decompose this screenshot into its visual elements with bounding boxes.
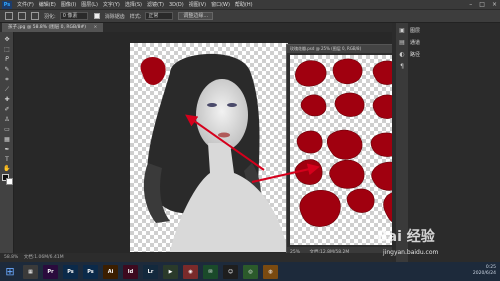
layers-panel-label[interactable]: 图层 (410, 27, 420, 34)
system-tray: 0:25 2020/6/24 (473, 265, 496, 277)
refine-edge-button[interactable]: 调整边缘... (178, 12, 214, 20)
document-info: 文档:1.06M/6.41M (23, 255, 64, 260)
wechat-icon[interactable]: ✉ (203, 264, 218, 279)
options-bar: 羽化: 0 像素 消除锯齿 样式: 正常 调整边缘... (0, 9, 500, 23)
brush-tool-icon[interactable]: ✐ (3, 106, 11, 113)
style-select[interactable]: 正常 (145, 12, 174, 20)
menu-bar: Ps 文件(F) 编辑(E) 图像(I) 图层(L) 文字(Y) 选择(S) 滤… (0, 0, 500, 9)
adjustments-panel-icon[interactable]: ◐ (398, 51, 406, 59)
menu-select[interactable]: 选择(S) (125, 1, 142, 8)
taskbar-app-photoshop-2[interactable]: Ps (83, 264, 98, 279)
clock-date[interactable]: 2020/6/24 (473, 271, 496, 277)
windows-taskbar: ⊞ ▦ Pr Ps Ps Ai Id Lr ▶ ◉ ✉ ☺ ◎ ◍ 0:25 2… (0, 262, 500, 281)
media-app-icon[interactable]: ▶ (163, 264, 178, 279)
quick-select-icon[interactable]: ✎ (3, 66, 11, 73)
document-tabs: 孩子.jpg @ 58.8% (图层 0, RGB/8#) × (0, 23, 392, 32)
pen-tool-icon[interactable]: ✒ (3, 146, 11, 153)
paths-panel-label[interactable]: 路径 (410, 51, 420, 58)
document-tab[interactable]: 孩子.jpg @ 58.8% (图层 0, RGB/8#) × (2, 23, 104, 32)
start-button-icon[interactable]: ⊞ (2, 264, 18, 280)
tools-panel: ✥ ⬚ ᑭ ✎ ⌗ ⟋ ✚ ✐ ♙ ▭ ▦ ✒ T ✋ (0, 32, 14, 262)
marquee-tool-icon[interactable]: ⬚ (3, 46, 11, 53)
taskbar-app-premiere[interactable]: Pr (43, 264, 58, 279)
watermark-url: jingyan.baidu.com (383, 249, 439, 256)
status-bar: 58.8% 文档:1.06M/6.41M (0, 253, 392, 262)
eyedropper-icon[interactable]: ⟋ (3, 86, 11, 93)
menu-help[interactable]: 帮助(H) (235, 1, 253, 8)
window-controls: – □ × (469, 1, 497, 8)
qq-icon[interactable]: ☺ (223, 264, 238, 279)
arrow-to-petals (251, 163, 320, 183)
menu-view[interactable]: 视图(V) (189, 1, 206, 8)
style-label: 样式: (129, 13, 142, 20)
healing-brush-icon[interactable]: ✚ (3, 96, 11, 103)
add-selection-icon[interactable] (31, 12, 39, 20)
canvas-workspace: 玫瑰花瓣.psd @ 25% (图层 0, RGB/8) (14, 32, 492, 262)
document-tab-label: 孩子.jpg @ 58.8% (图层 0, RGB/8#) (8, 25, 86, 30)
taskbar-app-indesign[interactable]: Id (123, 264, 138, 279)
gradient-tool-icon[interactable]: ▦ (3, 136, 11, 143)
channels-panel-label[interactable]: 通道 (410, 39, 420, 46)
taskbar-app-lightroom[interactable]: Lr (143, 264, 158, 279)
menu-filter[interactable]: 滤镜(T) (147, 1, 164, 8)
close-button[interactable]: × (492, 1, 497, 8)
menu-type[interactable]: 文字(Y) (103, 1, 120, 8)
antialias-checkbox[interactable] (93, 13, 100, 19)
stamp-tool-icon[interactable]: ♙ (3, 116, 11, 123)
video-app-icon[interactable]: ◉ (183, 264, 198, 279)
baidu-jingyan-watermark: Bai 经验 jingyan.baidu.com (377, 226, 495, 260)
feather-label: 羽化: (44, 13, 56, 20)
lasso-tool-icon[interactable]: ᑭ (3, 56, 11, 63)
crop-tool-icon[interactable]: ⌗ (3, 76, 11, 83)
maximize-button[interactable]: □ (479, 1, 485, 8)
browser-icon[interactable]: ◍ (263, 264, 278, 279)
properties-panel-icon[interactable]: ▤ (398, 39, 406, 47)
background-color-swatch[interactable] (6, 178, 13, 185)
minimize-button[interactable]: – (469, 1, 472, 8)
file-explorer-icon[interactable]: ▦ (23, 264, 38, 279)
marquee-tool-icon[interactable] (5, 12, 13, 20)
photoshop-logo: Ps (2, 0, 12, 9)
type-tool-icon[interactable]: T (3, 156, 11, 163)
history-panel-icon[interactable]: ▣ (398, 27, 406, 35)
menu-3d[interactable]: 3D(D) (169, 2, 184, 8)
arrow-to-portrait (185, 114, 265, 171)
paragraph-panel-icon[interactable]: ¶ (398, 63, 406, 71)
eraser-tool-icon[interactable]: ▭ (3, 126, 11, 133)
tab-close-icon[interactable]: × (93, 25, 97, 30)
taskbar-app-photoshop[interactable]: Ps (63, 264, 78, 279)
chrome-icon[interactable]: ◎ (243, 264, 258, 279)
menu-edit[interactable]: 编辑(E) (39, 1, 56, 8)
annotation-arrows (185, 114, 320, 183)
new-selection-icon[interactable] (18, 12, 26, 20)
zoom-readout[interactable]: 58.8% (4, 255, 18, 260)
feather-input[interactable]: 0 像素 (59, 12, 88, 20)
watermark-brand: Bai 经验 (377, 229, 435, 245)
photoshop-window: Ps 文件(F) 编辑(E) 图像(I) 图层(L) 文字(Y) 选择(S) 滤… (0, 0, 500, 281)
move-tool-icon[interactable]: ✥ (3, 36, 11, 43)
antialias-label: 消除锯齿 (104, 13, 125, 20)
hand-tool-icon[interactable]: ✋ (3, 165, 11, 172)
menu-layer[interactable]: 图层(L) (81, 1, 98, 8)
menu-window[interactable]: 窗口(W) (211, 1, 230, 8)
menu-image[interactable]: 图像(I) (61, 1, 76, 8)
menu-file[interactable]: 文件(F) (17, 1, 34, 8)
taskbar-app-illustrator[interactable]: Ai (103, 264, 118, 279)
